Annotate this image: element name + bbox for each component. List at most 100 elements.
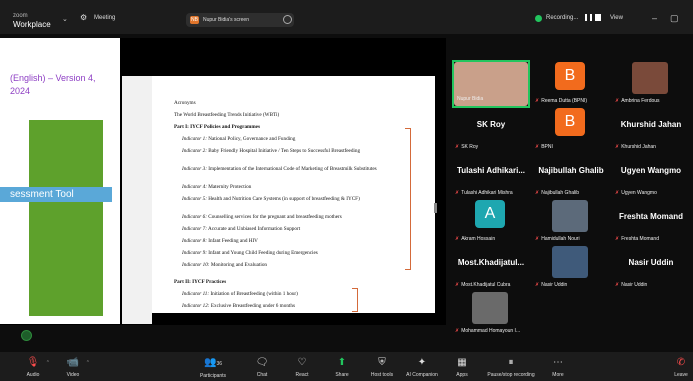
view-button[interactable]: View [610,15,623,21]
more-button[interactable]: ⋯ More [548,352,568,381]
chevron-down-icon[interactable]: ⌄ [62,15,68,23]
mic-muted-icon: ✗ [535,144,540,150]
doc-indicator: Indicator 6: Counselling services for th… [182,214,407,220]
apps-button[interactable]: ▦ Apps [452,352,472,381]
brand-big: Workplace [13,20,51,29]
participant-name: Nasir Uddin [621,282,648,288]
floating-security-icon[interactable] [21,330,32,341]
screen-share-indicator[interactable]: NB Nupur Bidia's screen [186,13,294,27]
doc-indicator: Indicator 12: Exclusive Breastfeeding un… [182,303,407,309]
indicator-number: Indicator 4: [182,184,207,190]
participant-name-label: ✗ Ambrina Ferdous [615,98,660,104]
recording-status: Recording... [546,15,579,21]
indicator-number: Indicator 3: [182,166,207,172]
pause-stop-recording-button[interactable]: ⏸ Pause/stop recording [484,352,538,381]
react-button[interactable]: ♡ React [292,352,312,381]
participant-tile[interactable]: B ✗ BPNI [532,106,610,154]
maximize-icon[interactable]: ▢ [670,13,679,24]
brand-small: zoom [13,13,28,19]
participant-tile[interactable]: Nasir Uddin ✗ Nasir Uddin [612,244,690,292]
participant-name: Tulashi Adhikari Mishra [461,190,513,196]
participant-name: Hamidullah Nouri [541,236,580,242]
participants-count: 36 [216,361,222,367]
mic-muted-icon: ✗ [455,282,460,288]
indicator-text: Exclusive Breastfeeding under 6 months [210,303,295,309]
participant-name-label: ✗ SK Roy [455,144,478,150]
share-options-icon[interactable] [283,15,292,24]
share-button[interactable]: ⬆ Share [332,352,352,381]
participant-name-label: ✗ Ugyen Wangmo [615,190,657,196]
participant-name: Khurshid Jahan [621,144,656,150]
participant-name: Nupur Bidia [457,96,484,102]
apps-grid-icon: ▦ [457,357,467,368]
participant-tile[interactable]: ✗ Hamidullah Nouri [532,198,610,246]
participant-name-label: ✗ Nasir Uddin [615,282,647,288]
video-off-icon: 📹 [66,357,80,368]
participant-tile[interactable]: Najibullah Ghalib ✗ Najibullah Ghalib [532,152,610,200]
participant-name-label: ✗ BPNI [535,144,553,150]
host-tools-button[interactable]: ⛨ Host tools [366,352,398,381]
indicator-number: Indicator 8: [182,238,207,244]
participant-display-name: Most.Khadijatul... [457,258,525,267]
mic-muted-icon: ✗ [615,144,620,150]
audio-button[interactable]: 🎙 Audio ⌃ [22,352,50,381]
share-scroll-handle[interactable] [434,203,437,213]
doc-bracket-part1 [405,128,411,270]
doc-part2: Part II: IYCF Practices [174,279,227,285]
video-caret-icon[interactable]: ⌃ [86,360,90,366]
participant-tile[interactable]: A ✗ Akram Hossain [452,198,530,246]
participant-tile[interactable]: SK Roy ✗ SK Roy [452,106,530,154]
participant-tile[interactable]: ✗ Mohammad Homayoun I... [452,290,530,338]
participant-name-label: ✗ Akram Hossain [455,236,495,242]
indicator-number: Indicator 10: [182,262,210,268]
mic-muted-icon: ✗ [615,236,620,242]
indicator-text: Counselling services for the pregnant an… [208,214,342,220]
leave-button[interactable]: ✆ Leave [672,352,690,381]
security-shield-icon[interactable] [535,15,542,22]
mic-muted-icon: ✗ [455,328,460,334]
indicator-number: Indicator 1: [182,136,207,142]
participant-tile[interactable]: Freshta Momand ✗ Freshta Momand [612,198,690,246]
participant-name-label: ✗ Reema Dutta (BPNI) [535,98,587,104]
participant-tile[interactable]: Nupur Bidia [452,60,530,108]
mic-muted-icon: ✗ [535,98,540,104]
pause-recording-icon[interactable] [585,14,592,21]
meeting-icon[interactable]: ⚙ [80,13,87,22]
doc-indicator: Indicator 2: Baby Friendly Hospital Init… [182,148,407,154]
participant-display-name: Nasir Uddin [628,258,674,267]
doc-indicator: Indicator 1: National Policy, Governance… [182,136,407,142]
more-icon: ⋯ [553,357,563,368]
participant-tile[interactable]: Most.Khadijatul... ✗ Most.Khadijatul Cubra [452,244,530,292]
meeting-toolbar: 🎙 Audio ⌃ 📹 Video ⌃ 👥36 Participants 🗨 C… [0,352,693,381]
slide-title-line2: 2024 [10,86,31,96]
participant-tile[interactable]: ✗ Nasir Uddin [532,244,610,292]
audio-label: Audio [26,372,40,378]
participant-tile[interactable]: B ✗ Reema Dutta (BPNI) [532,60,610,108]
participant-display-name: Najibullah Ghalib [538,166,604,175]
participant-tile[interactable]: Khurshid Jahan ✗ Khurshid Jahan [612,106,690,154]
chat-button[interactable]: 🗨 Chat [252,352,272,381]
participant-avatar: A [475,200,505,228]
audio-caret-icon[interactable]: ⌃ [46,360,50,366]
participant-tile[interactable]: Ugyen Wangmo ✗ Ugyen Wangmo [612,152,690,200]
participant-name: Mohammad Homayoun I... [461,328,521,334]
meeting-label[interactable]: Meeting [94,15,115,21]
participant-name: Freshta Momand [621,236,659,242]
mic-muted-icon: ✗ [455,236,460,242]
participant-name: Ugyen Wangmo [621,190,657,196]
share-label: Share [335,372,349,378]
ai-companion-button[interactable]: ✦ AI Companion [404,352,440,381]
stop-recording-icon[interactable] [595,14,601,21]
participants-button[interactable]: 👥36 Participants [196,352,230,381]
leave-label: Leave [674,372,688,378]
mic-muted-icon: ✗ [535,282,540,288]
slide-tool-label: sessment Tool [0,187,112,202]
indicator-number: Indicator 2: [182,148,207,154]
participant-name-label: ✗ Nasir Uddin [535,282,567,288]
doc-bracket-part2 [352,288,358,312]
minimize-icon[interactable]: – [652,13,657,23]
slide-title: (English) – Version 4, 2024 [10,72,96,98]
participant-tile[interactable]: Tulashi Adhikari... ✗ Tulashi Adhikari Mis… [452,152,530,200]
video-button[interactable]: 📹 Video ⌃ [62,352,90,381]
participant-tile[interactable]: ✗ Ambrina Ferdous [612,60,690,108]
